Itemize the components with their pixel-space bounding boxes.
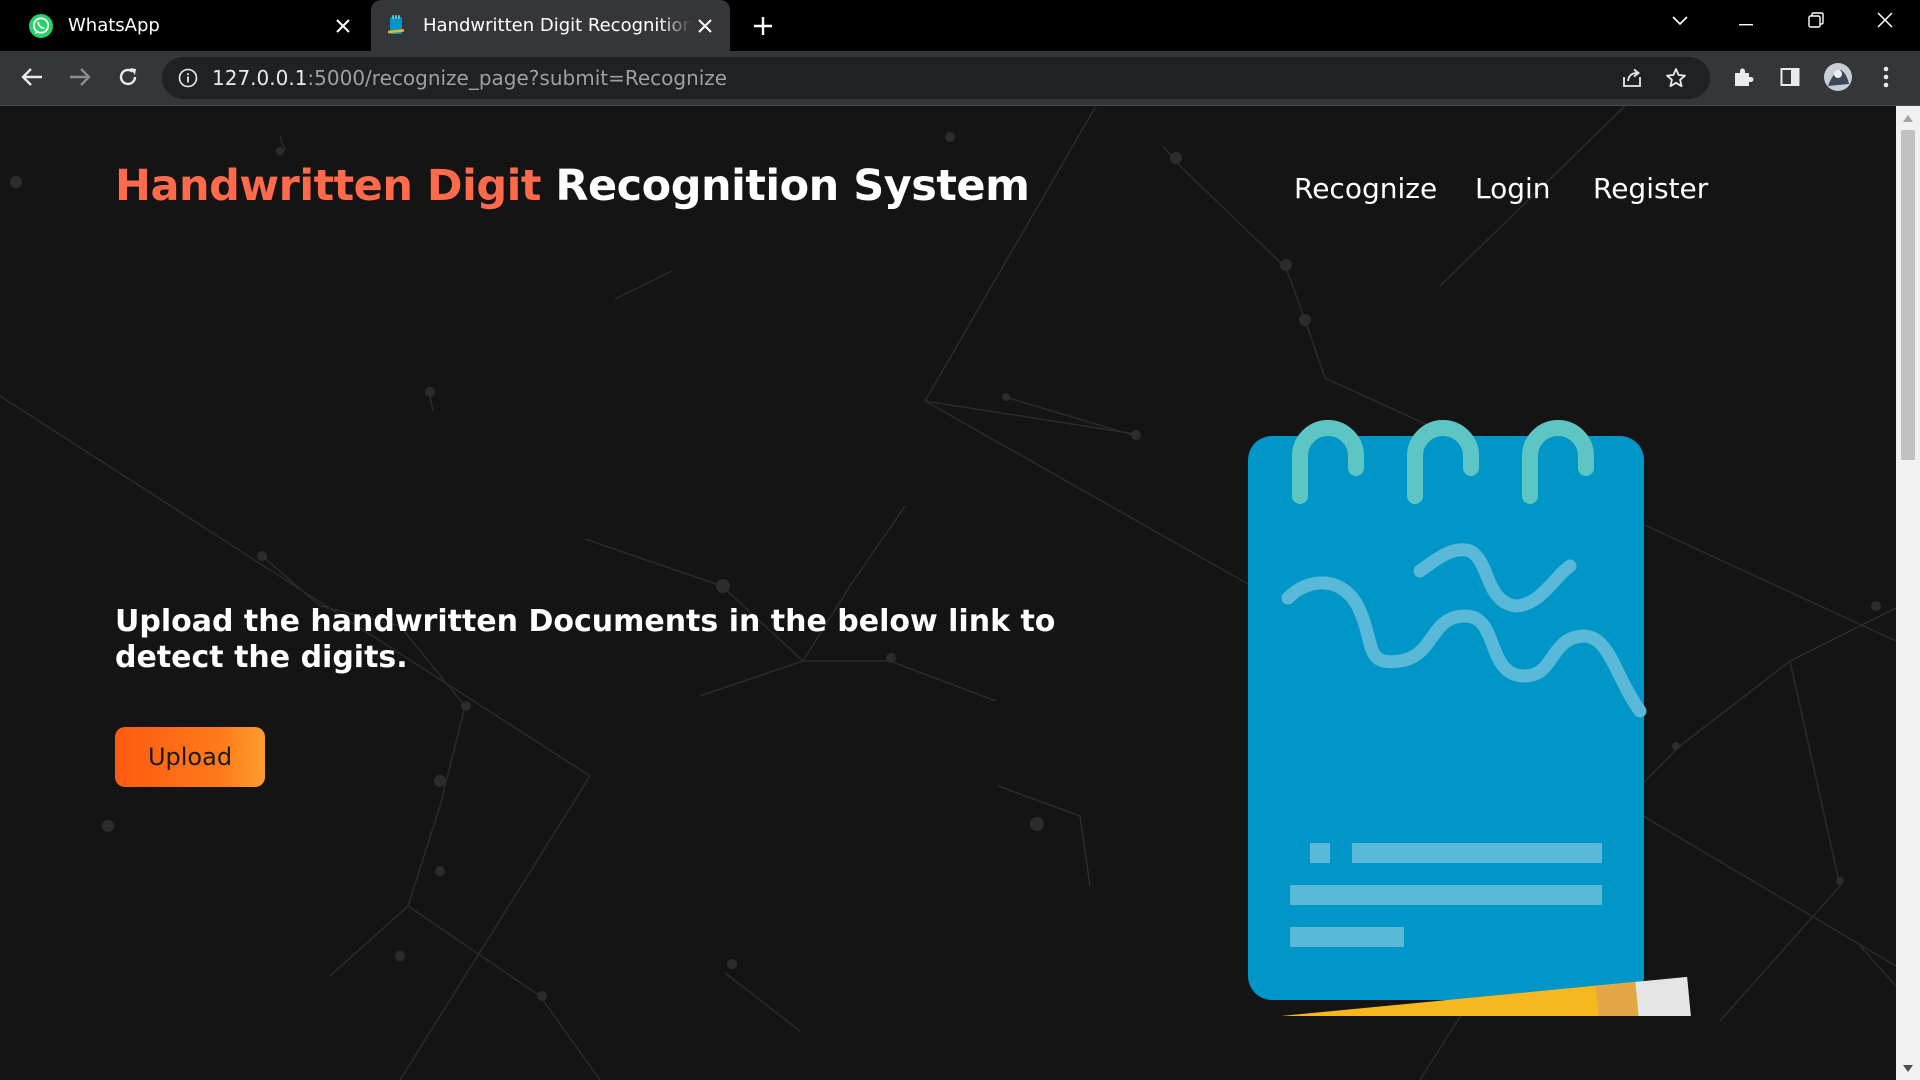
url-path: :5000/recognize_page?submit=Recognize <box>307 66 728 90</box>
url-text[interactable]: 127.0.0.1:5000/recognize_page?submit=Rec… <box>212 66 727 90</box>
avatar <box>1823 62 1853 97</box>
nav-login[interactable]: Login <box>1475 172 1551 205</box>
site-title-accent: Handwritten Digit <box>115 161 541 211</box>
address-bar[interactable]: 127.0.0.1:5000/recognize_page?submit=Rec… <box>162 57 1710 99</box>
menu-button[interactable] <box>1868 61 1904 97</box>
site-title[interactable]: Handwritten Digit Recognition System <box>115 161 1030 211</box>
close-tab-icon[interactable] <box>330 13 356 39</box>
new-tab-button[interactable] <box>748 11 778 41</box>
site-title-rest: Recognition System <box>540 161 1030 211</box>
scroll-down-icon[interactable] <box>1902 1062 1914 1074</box>
notebook-favicon <box>383 13 409 39</box>
upload-button[interactable]: Upload <box>115 727 265 787</box>
minimize-button[interactable] <box>1716 0 1776 44</box>
whatsapp-icon <box>28 13 54 39</box>
tab-whatsapp[interactable]: WhatsApp <box>16 0 368 51</box>
browser-toolbar: 127.0.0.1:5000/recognize_page?submit=Rec… <box>0 51 1920 106</box>
arrow-right-icon <box>69 67 91 92</box>
restore-icon <box>1808 11 1824 33</box>
tab-handwritten-digit[interactable]: Handwritten Digit Recognition System <box>371 0 730 51</box>
chevron-down-icon <box>1672 13 1688 31</box>
notebook-body <box>1248 436 1644 1000</box>
url-host: 127.0.0.1 <box>212 66 308 90</box>
scrollbar-thumb[interactable] <box>1901 130 1915 460</box>
back-button[interactable] <box>14 61 50 97</box>
reload-icon <box>117 66 139 93</box>
close-icon <box>1877 11 1893 33</box>
close-window-button[interactable] <box>1855 0 1915 44</box>
minimize-icon <box>1739 13 1753 31</box>
info-icon[interactable] <box>178 68 198 88</box>
share-icon[interactable] <box>1614 60 1650 96</box>
forward-button[interactable] <box>62 61 98 97</box>
arrow-left-icon <box>21 67 43 92</box>
extensions-button[interactable] <box>1725 61 1761 97</box>
puzzle-icon <box>1732 66 1754 93</box>
bookmark-star-icon[interactable] <box>1658 60 1694 96</box>
scrollbar[interactable] <box>1896 106 1920 1080</box>
notebook-illustration <box>1189 420 1691 1016</box>
profile-button[interactable] <box>1820 61 1856 97</box>
side-panel-button[interactable] <box>1772 61 1808 97</box>
reload-button[interactable] <box>110 61 146 97</box>
scroll-up-icon[interactable] <box>1902 112 1914 124</box>
nav-register[interactable]: Register <box>1593 172 1708 205</box>
tab-search-button[interactable] <box>1650 0 1710 44</box>
upload-instructions: Upload the handwritten Documents in the … <box>115 604 1056 675</box>
page-viewport: Handwritten Digit Recognition System Rec… <box>0 106 1896 1080</box>
tab-title: Handwritten Digit Recognition System <box>423 15 692 36</box>
more-vertical-icon <box>1883 66 1889 93</box>
side-panel-icon <box>1780 67 1800 92</box>
tab-strip: WhatsApp Handwritten Digit Recognition S… <box>0 0 1920 51</box>
tab-title: WhatsApp <box>68 15 160 36</box>
nav-recognize[interactable]: Recognize <box>1294 172 1437 205</box>
restore-button[interactable] <box>1786 0 1846 44</box>
close-tab-icon[interactable] <box>692 13 718 39</box>
